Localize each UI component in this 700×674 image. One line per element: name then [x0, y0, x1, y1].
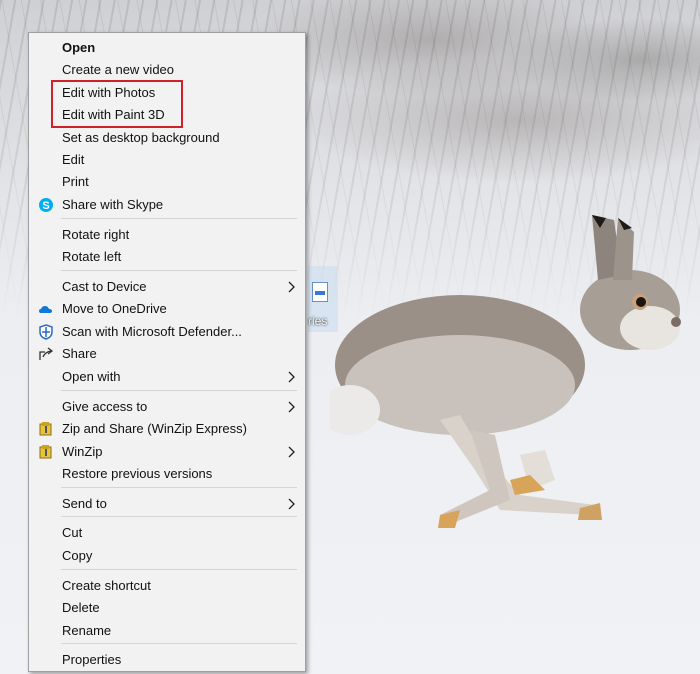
- submenu-chevron-right-icon: [288, 366, 296, 388]
- menu-item-zip-and-share-winzip-express[interactable]: Zip and Share (WinZip Express): [30, 418, 304, 440]
- menu-item-cast-to-device[interactable]: Cast to Device: [30, 276, 304, 298]
- menu-separator: [61, 390, 297, 391]
- menu-item-rename[interactable]: Rename: [30, 620, 304, 642]
- menu-item-give-access-to[interactable]: Give access to: [30, 396, 304, 418]
- menu-item-share-with-skype[interactable]: S Share with Skype: [30, 194, 304, 216]
- hare-photo: [330, 215, 681, 528]
- menu-item-label: Delete: [62, 600, 100, 615]
- menu-item-label: Scan with Microsoft Defender...: [62, 324, 242, 339]
- menu-item-label: Set as desktop background: [62, 130, 220, 145]
- menu-item-properties[interactable]: Properties: [30, 649, 304, 671]
- menu-separator: [61, 516, 297, 517]
- menu-item-rotate-right[interactable]: Rotate right: [30, 224, 304, 246]
- menu-item-print[interactable]: Print: [30, 171, 304, 193]
- menu-item-label: Edit: [62, 152, 85, 167]
- menu-item-label: Open with: [62, 369, 121, 384]
- menu-item-winzip[interactable]: WinZip: [30, 441, 304, 463]
- menu-item-label: Copy: [62, 548, 93, 563]
- menu-item-restore-previous-versions[interactable]: Restore previous versions: [30, 463, 304, 485]
- defender-shield-icon: [38, 324, 54, 340]
- winzip-icon: [38, 421, 54, 437]
- menu-item-label: Restore previous versions: [62, 466, 213, 481]
- annotation-highlight-box: [51, 80, 183, 128]
- menu-item-copy[interactable]: Copy: [30, 545, 304, 567]
- onedrive-icon: [38, 301, 54, 317]
- skype-icon: S: [38, 197, 54, 213]
- menu-item-label: Move to OneDrive: [62, 301, 167, 316]
- desktop-icon-label: ries: [308, 314, 328, 328]
- menu-item-edit[interactable]: Edit: [30, 149, 304, 171]
- context-menu: Open Create a new video Edit with Photos Ed…: [28, 32, 306, 672]
- menu-item-label: Print: [62, 174, 89, 189]
- menu-item-send-to[interactable]: Send to: [30, 493, 304, 515]
- menu-item-label: Send to: [62, 496, 107, 511]
- menu-item-label: Give access to: [62, 399, 148, 414]
- menu-item-label: Share: [62, 346, 97, 361]
- menu-item-label: Rotate left: [62, 249, 122, 264]
- menu-item-label: Properties: [62, 652, 122, 667]
- menu-item-label: Share with Skype: [62, 197, 164, 212]
- menu-item-label: Rotate right: [62, 227, 130, 242]
- menu-separator: [61, 643, 297, 644]
- menu-item-open[interactable]: Open: [30, 37, 304, 59]
- menu-item-create-shortcut[interactable]: Create shortcut: [30, 575, 304, 597]
- menu-separator: [61, 270, 297, 271]
- menu-item-label: Cast to Device: [62, 279, 147, 294]
- menu-item-label: Open: [62, 40, 96, 55]
- menu-separator: [61, 569, 297, 570]
- menu-separator: [61, 218, 297, 219]
- menu-item-rotate-left[interactable]: Rotate left: [30, 246, 304, 268]
- menu-item-set-as-desktop-background[interactable]: Set as desktop background: [30, 127, 304, 149]
- winzip-icon: [38, 444, 54, 460]
- menu-item-label: WinZip: [62, 444, 103, 459]
- menu-item-delete[interactable]: Delete: [30, 597, 304, 619]
- menu-item-label: Cut: [62, 525, 83, 540]
- submenu-chevron-right-icon: [288, 276, 296, 298]
- menu-item-scan-with-microsoft-defender[interactable]: Scan with Microsoft Defender...: [30, 321, 304, 343]
- document-icon: [312, 282, 328, 302]
- menu-item-create-a-new-video[interactable]: Create a new video: [30, 59, 304, 81]
- submenu-chevron-right-icon: [288, 441, 296, 463]
- menu-item-move-to-onedrive[interactable]: Move to OneDrive: [30, 298, 304, 320]
- menu-separator: [61, 487, 297, 488]
- menu-item-share[interactable]: Share: [30, 343, 304, 365]
- svg-text:S: S: [42, 200, 49, 212]
- submenu-chevron-right-icon: [288, 493, 296, 515]
- menu-item-label: Create shortcut: [62, 578, 151, 593]
- share-icon: [38, 346, 54, 362]
- submenu-chevron-right-icon: [288, 396, 296, 418]
- menu-item-label: Rename: [62, 623, 112, 638]
- menu-item-label: Zip and Share (WinZip Express): [62, 421, 247, 436]
- menu-item-open-with[interactable]: Open with: [30, 366, 304, 388]
- menu-item-cut[interactable]: Cut: [30, 522, 304, 544]
- menu-item-label: Create a new video: [62, 62, 175, 77]
